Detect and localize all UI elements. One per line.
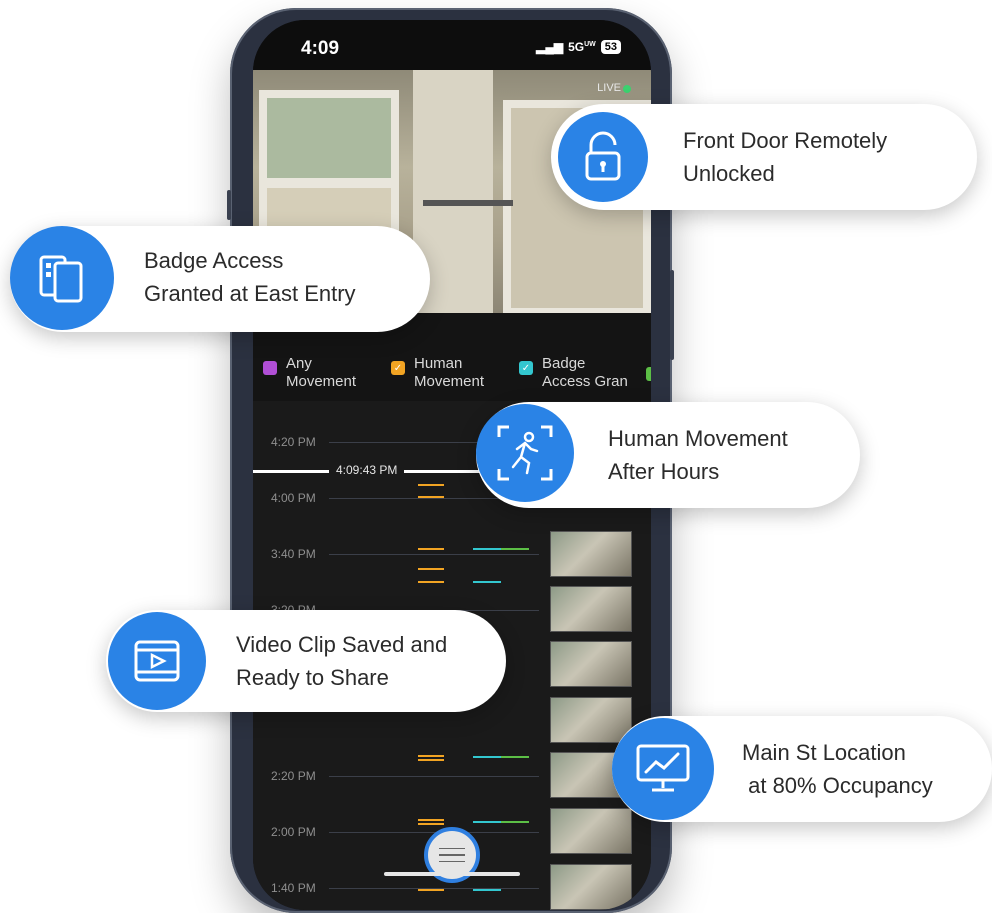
legend-label: Badge Access Gran bbox=[542, 355, 628, 391]
running-person-glyph bbox=[497, 425, 553, 481]
window-pane bbox=[267, 98, 391, 178]
event-segment-green[interactable] bbox=[501, 548, 529, 550]
clip-thumbnail[interactable] bbox=[550, 697, 632, 743]
menu-line bbox=[439, 860, 465, 863]
event-segment-badge[interactable] bbox=[473, 821, 501, 823]
legend-label-line: Any bbox=[286, 355, 312, 372]
callout-occupancy-text: Main St Location at 80% Occupancy bbox=[742, 740, 933, 798]
clip-thumbnail[interactable] bbox=[550, 641, 632, 687]
timeline-time-label: 4:00 PM bbox=[271, 491, 316, 505]
legend-any-movement[interactable]: Any Movement bbox=[263, 355, 356, 391]
event-segment-human[interactable] bbox=[418, 568, 444, 570]
timeline-time-label: 2:20 PM bbox=[271, 769, 316, 783]
checkbox-badge-access[interactable]: ✓ bbox=[519, 361, 533, 375]
event-segment-badge[interactable] bbox=[473, 581, 501, 583]
legend-human-movement[interactable]: ✓ Human Movement bbox=[391, 355, 484, 391]
monitor-chart-icon bbox=[612, 718, 714, 820]
callout-front-door-text: Front Door Remotely Unlocked bbox=[683, 128, 888, 186]
film-play-glyph bbox=[134, 640, 180, 682]
status-time: 4:09 bbox=[301, 38, 340, 59]
callout-front-door: Front Door Remotely Unlocked bbox=[551, 104, 977, 210]
menu-line bbox=[439, 847, 465, 850]
callout-badge-access: Badge Access Granted at East Entry bbox=[10, 226, 430, 332]
timeline-time-label: 1:40 PM bbox=[271, 881, 316, 895]
event-segment-human[interactable] bbox=[418, 889, 444, 891]
timeline-gridline bbox=[329, 776, 539, 777]
clip-thumbnail[interactable] bbox=[550, 531, 632, 577]
event-segment-human[interactable] bbox=[418, 823, 444, 825]
event-segment-badge[interactable] bbox=[473, 889, 501, 891]
event-segment-human[interactable] bbox=[418, 755, 444, 757]
callout-video-clip: Video Clip Saved and Ready to Share bbox=[106, 610, 506, 712]
event-segment-human[interactable] bbox=[418, 759, 444, 761]
callout-human-movement-text: Human Movement After Hours bbox=[608, 426, 788, 484]
signal-bars-icon: ▂▄▆ bbox=[536, 40, 564, 54]
event-segment-human[interactable] bbox=[418, 548, 444, 550]
badge-cards-glyph bbox=[39, 255, 83, 303]
film-play-icon bbox=[108, 612, 206, 710]
battery-badge: 53 bbox=[600, 40, 621, 54]
event-segment-human[interactable] bbox=[418, 484, 444, 486]
clip-thumbnail[interactable] bbox=[550, 586, 632, 632]
legend-label-line: Movement bbox=[286, 373, 357, 390]
timeline-time-label: 3:40 PM bbox=[271, 547, 316, 561]
door-push-bar bbox=[423, 200, 513, 206]
current-time-label: 4:09:43 PM bbox=[329, 463, 405, 477]
monitor-chart-glyph bbox=[636, 744, 690, 792]
timeline-time-label: 4:20 PM bbox=[271, 435, 316, 449]
status-indicators: ▂▄▆ 5GUW 53 bbox=[536, 40, 621, 54]
callout-video-clip-text: Video Clip Saved and Ready to Share bbox=[236, 632, 448, 690]
clip-thumbnail[interactable] bbox=[550, 808, 632, 854]
event-segment-badge[interactable] bbox=[473, 548, 501, 550]
clip-thumbnail[interactable] bbox=[550, 864, 632, 910]
callout-occupancy: Main St Location at 80% Occupancy bbox=[612, 716, 992, 822]
legend-partial-checkbox[interactable] bbox=[646, 367, 651, 381]
legend-label-line: Badge bbox=[542, 355, 586, 372]
badge-cards-icon bbox=[10, 226, 114, 330]
legend-label-line: Access Gran bbox=[542, 373, 628, 390]
phone-side-button bbox=[227, 190, 231, 220]
legend-label: Any Movement bbox=[286, 355, 356, 391]
event-segment-human[interactable] bbox=[418, 496, 444, 498]
phone-power-button bbox=[670, 270, 674, 360]
legend-label-line: Movement bbox=[414, 373, 485, 390]
checkbox-human-movement[interactable]: ✓ bbox=[391, 361, 405, 375]
timeline-gridline bbox=[329, 554, 539, 555]
home-indicator[interactable] bbox=[384, 872, 520, 876]
live-indicator-dot bbox=[623, 85, 631, 93]
menu-line bbox=[439, 854, 465, 856]
live-label: LIVE bbox=[597, 82, 621, 94]
network-label: 5GUW bbox=[568, 40, 596, 54]
checkbox-any-movement[interactable] bbox=[263, 361, 277, 375]
running-person-icon bbox=[476, 404, 574, 502]
callout-human-movement: Human Movement After Hours bbox=[476, 402, 860, 508]
network-type: 5G bbox=[568, 40, 585, 54]
padlock-unlocked-glyph bbox=[585, 131, 621, 181]
event-segment-human[interactable] bbox=[418, 819, 444, 821]
status-bar: 4:09 ▂▄▆ 5GUW 53 bbox=[253, 20, 651, 70]
event-segment-green[interactable] bbox=[501, 756, 529, 758]
legend-label-line: Human bbox=[414, 355, 463, 372]
event-segment-human[interactable] bbox=[418, 581, 444, 583]
legend-badge-access[interactable]: ✓ Badge Access Gran bbox=[519, 355, 628, 391]
padlock-unlocked-icon bbox=[558, 112, 648, 202]
timeline-time-label: 2:00 PM bbox=[271, 825, 316, 839]
event-segment-green[interactable] bbox=[501, 821, 529, 823]
legend-label: Human Movement bbox=[414, 355, 484, 391]
network-sup: UW bbox=[584, 41, 596, 48]
callout-badge-access-text: Badge Access Granted at East Entry bbox=[144, 248, 356, 306]
event-segment-badge[interactable] bbox=[473, 756, 501, 758]
